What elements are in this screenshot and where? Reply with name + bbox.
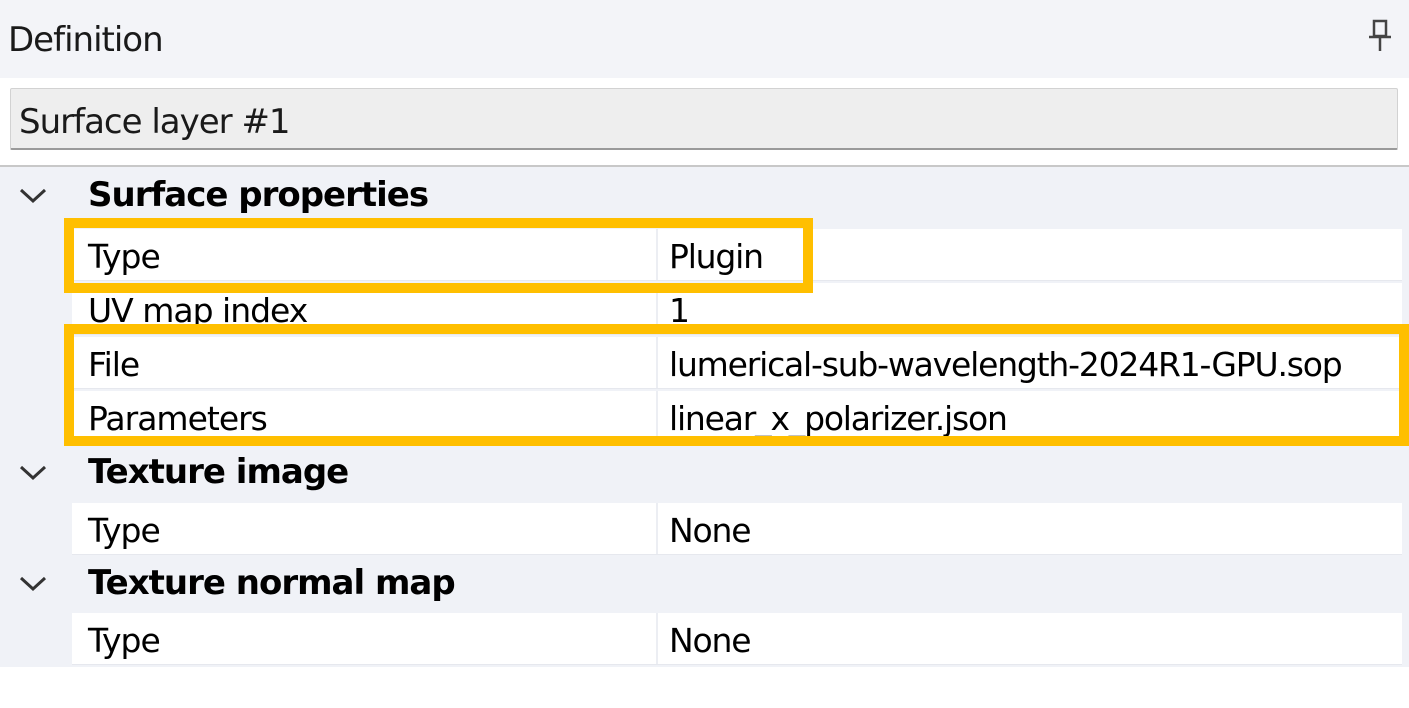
panel-title: Definition [8,20,164,60]
property-row-type[interactable]: Type Plugin [72,229,1402,281]
chevron-down-icon[interactable] [18,187,48,205]
property-name: Type [88,511,161,550]
column-divider [656,503,658,554]
property-name: Type [88,237,161,276]
panel-header: Definition [0,0,1409,78]
column-divider [656,283,658,334]
property-value[interactable]: linear_x_polarizer.json [669,399,1008,438]
property-row-uv-map-index[interactable]: UV map index 1 [72,283,1402,335]
column-divider [656,613,658,664]
category-texture-image[interactable]: Texture image [0,444,1409,502]
property-row-type[interactable]: Type None [72,503,1402,555]
property-row-parameters[interactable]: Parameters linear_x_polarizer.json [72,391,1402,443]
definition-panel: Definition Surface layer #1 Surface prop… [0,0,1409,708]
property-value[interactable]: 1 [669,291,690,330]
property-name: Type [88,621,161,660]
column-divider [656,337,658,388]
category-label: Texture image [88,452,349,492]
property-grid: Surface properties Type Plugin UV map in… [0,167,1409,667]
property-value[interactable]: None [669,621,752,660]
surface-layer-selector[interactable]: Surface layer #1 [10,88,1398,150]
category-surface-properties[interactable]: Surface properties [0,167,1409,225]
property-name: UV map index [88,291,308,330]
column-divider [656,391,658,442]
property-value[interactable]: None [669,511,752,550]
chevron-down-icon[interactable] [18,575,48,593]
column-divider [656,229,658,280]
property-value[interactable]: Plugin [669,237,764,276]
property-value[interactable]: lumerical-sub-wavelength-2024R1-GPU.sop [669,345,1343,384]
surface-layer-selector-value: Surface layer #1 [19,102,291,142]
property-name: File [88,345,140,384]
pin-icon[interactable] [1366,18,1394,54]
category-label: Texture normal map [88,563,456,603]
property-row-file[interactable]: File lumerical-sub-wavelength-2024R1-GPU… [72,337,1402,389]
category-texture-normal-map[interactable]: Texture normal map [0,555,1409,613]
property-row-type[interactable]: Type None [72,613,1402,665]
chevron-down-icon[interactable] [18,464,48,482]
category-label: Surface properties [88,175,429,215]
property-name: Parameters [88,399,268,438]
